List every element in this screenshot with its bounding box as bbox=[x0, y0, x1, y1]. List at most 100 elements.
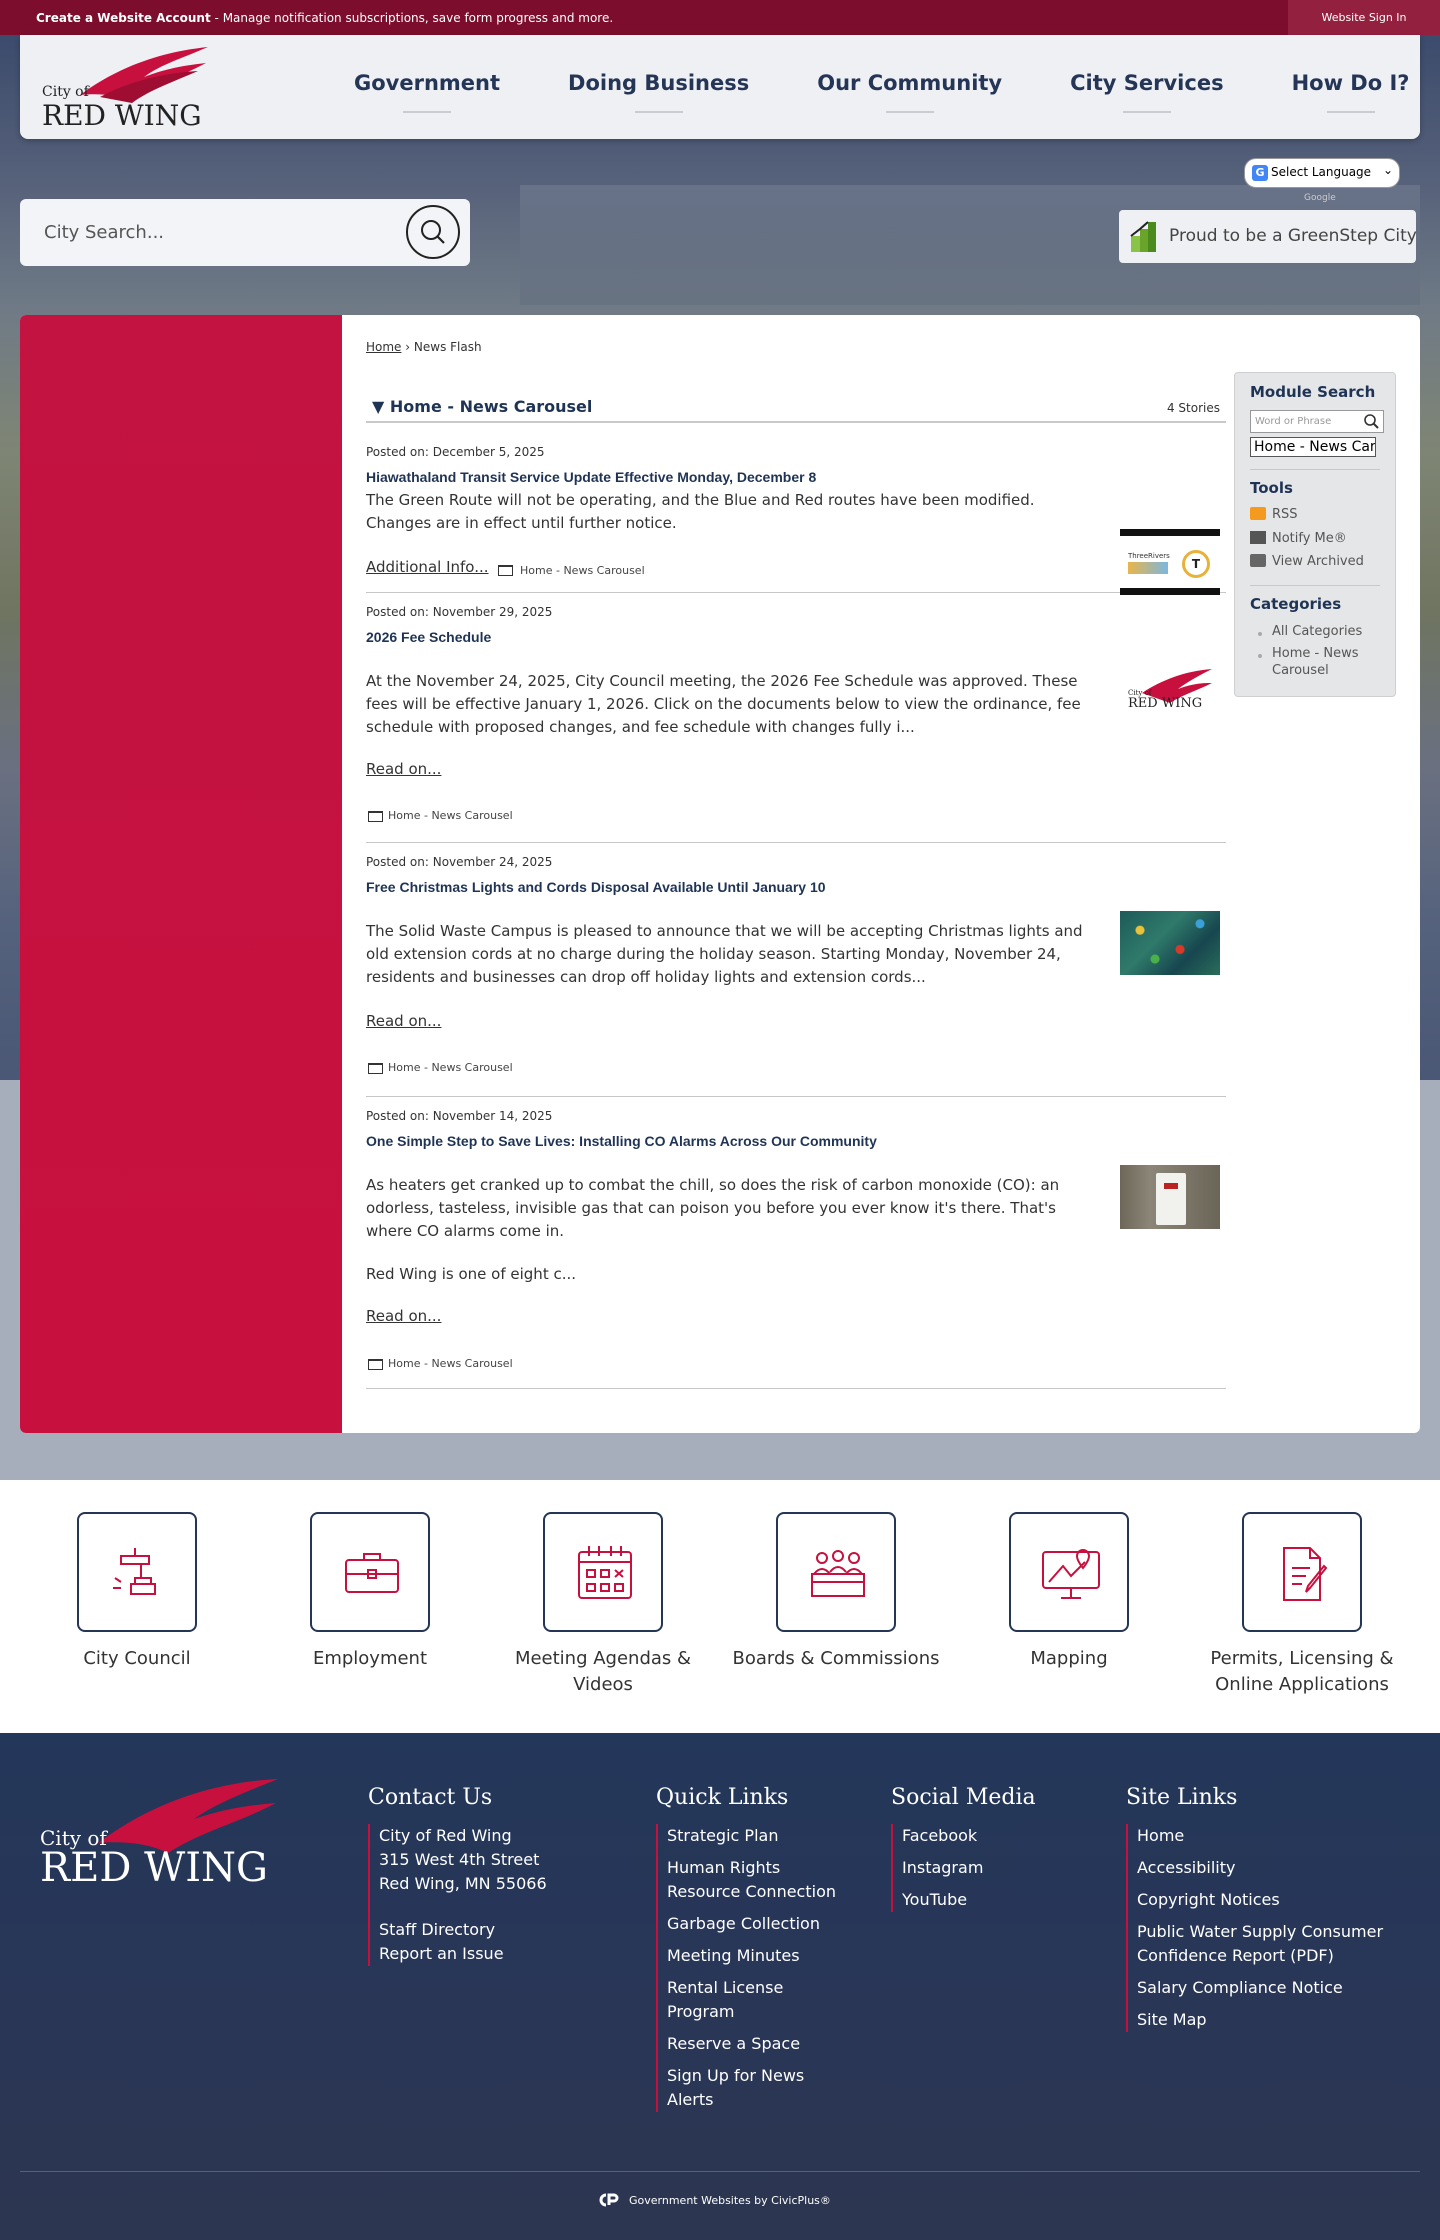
book-icon bbox=[498, 565, 513, 576]
document-pen-icon bbox=[1283, 1547, 1328, 1601]
footer-social-title: Social Media bbox=[891, 1785, 1036, 1810]
create-account-desc: - Manage notification subscriptions, sav… bbox=[214, 11, 614, 25]
site-footer: City of RED WING Contact Us City of Red … bbox=[0, 1733, 1440, 2240]
nav-government[interactable]: Government bbox=[320, 35, 534, 139]
envelope-icon bbox=[1250, 531, 1266, 544]
view-archived-link[interactable]: View Archived bbox=[1250, 554, 1364, 569]
language-select-label: Select Language bbox=[1271, 165, 1372, 179]
footer-quick-links: Quick Links Strategic Plan Human Rights … bbox=[656, 1785, 836, 2120]
red-wing-logo-thumb: City of RED WING bbox=[1128, 669, 1212, 711]
story-body: The Solid Waste Campus is pleased to ann… bbox=[366, 922, 1083, 986]
story-category[interactable]: Home - News Carousel bbox=[388, 1357, 513, 1370]
nav-city-services[interactable]: City Services bbox=[1036, 35, 1257, 139]
quick-link-permits[interactable]: Permits, Licensing & Online Applications bbox=[1184, 1512, 1420, 1698]
story-read-more[interactable]: Read on... bbox=[366, 760, 441, 778]
create-account-link[interactable]: Create a Website Account bbox=[36, 11, 211, 25]
search-button[interactable] bbox=[406, 205, 460, 259]
footer-link[interactable]: Reserve a Space bbox=[667, 2032, 836, 2056]
footer-link[interactable]: Public Water Supply Consumer Confidence … bbox=[1137, 1920, 1406, 1968]
language-select[interactable]: G Select Language ⌄ bbox=[1244, 158, 1400, 188]
nav-our-community[interactable]: Our Community bbox=[783, 35, 1036, 139]
footer-link[interactable]: Strategic Plan bbox=[667, 1824, 836, 1848]
create-account-message[interactable]: Create a Website Account - Manage notifi… bbox=[36, 11, 613, 25]
feed-toggle[interactable]: ▼ Home - News Carousel bbox=[372, 397, 592, 416]
module-search-input[interactable]: Word or Phrase bbox=[1250, 410, 1384, 433]
category-select[interactable]: Home - News Carousel bbox=[1250, 437, 1376, 457]
story-category[interactable]: Home - News Carousel bbox=[520, 564, 645, 577]
story-title[interactable]: One Simple Step to Save Lives: Installin… bbox=[366, 1133, 877, 1149]
categories-title: Categories bbox=[1250, 595, 1342, 613]
calendar-icon bbox=[578, 1546, 632, 1599]
story-title[interactable]: Hiawathaland Transit Service Update Effe… bbox=[366, 469, 816, 485]
footer-social: Social Media Facebook Instagram YouTube bbox=[891, 1785, 1071, 1920]
collapse-triangle-icon: ▼ bbox=[372, 397, 385, 416]
footer-divider bbox=[20, 2171, 1420, 2172]
story-read-more[interactable]: Additional Info... bbox=[366, 558, 489, 576]
feed-story-count: 4 Stories bbox=[1166, 401, 1220, 415]
story-thumbnail[interactable] bbox=[1120, 1165, 1220, 1229]
quick-link-mapping[interactable]: Mapping bbox=[951, 1512, 1187, 1672]
footer-link[interactable]: Meeting Minutes bbox=[667, 1944, 836, 1968]
gavel-icon bbox=[113, 1548, 156, 1595]
footer-link[interactable]: Sign Up for News Alerts bbox=[667, 2064, 836, 2112]
notify-me-link[interactable]: Notify Me® bbox=[1250, 531, 1347, 546]
instagram-link[interactable]: Instagram bbox=[902, 1856, 1071, 1880]
news-feed: ▼ Home - News Carousel 4 Stories Posted … bbox=[366, 395, 1226, 1389]
story-body: As heaters get cranked up to combat the … bbox=[366, 1176, 1060, 1240]
story-date: Posted on: November 14, 2025 bbox=[366, 1109, 553, 1123]
co-alarm-image bbox=[1156, 1173, 1186, 1225]
youtube-link[interactable]: YouTube bbox=[902, 1888, 1071, 1912]
civicplus-credit[interactable]: Government Websites by CivicPlus® bbox=[597, 2193, 831, 2207]
footer-link[interactable]: Home bbox=[1137, 1824, 1406, 1848]
story-date: Posted on: December 5, 2025 bbox=[366, 445, 545, 459]
chevron-down-icon: ⌄ bbox=[1382, 163, 1393, 177]
story-category[interactable]: Home - News Carousel bbox=[388, 1061, 513, 1074]
book-icon bbox=[368, 1063, 383, 1074]
quick-link-employment[interactable]: Employment bbox=[252, 1512, 488, 1672]
map-monitor-icon bbox=[1042, 1549, 1100, 1599]
footer-link[interactable]: Accessibility bbox=[1137, 1856, 1406, 1880]
svg-text:RED WING: RED WING bbox=[1128, 696, 1202, 711]
footer-link[interactable]: Site Map bbox=[1137, 2008, 1406, 2032]
rss-link[interactable]: RSS bbox=[1250, 507, 1298, 522]
footer-logo[interactable]: City of RED WING bbox=[38, 1773, 288, 1893]
footer-link[interactable]: Rental License Program bbox=[667, 1976, 836, 2024]
nav-how-do-i[interactable]: How Do I? bbox=[1258, 35, 1440, 139]
city-logo[interactable]: City of RED WING bbox=[40, 43, 215, 132]
quick-link-city-council[interactable]: City Council bbox=[19, 1512, 255, 1672]
breadcrumb-home[interactable]: Home bbox=[366, 340, 401, 354]
story-title[interactable]: Free Christmas Lights and Cords Disposal… bbox=[366, 879, 826, 895]
footer-link[interactable]: Human Rights Resource Connection bbox=[667, 1856, 836, 1904]
story-thumbnail[interactable]: ThreeRivers T bbox=[1120, 529, 1220, 595]
story-body-continued: Red Wing is one of eight c... bbox=[366, 1265, 577, 1283]
story-thumbnail[interactable]: City of RED WING bbox=[1120, 663, 1220, 713]
story-title[interactable]: 2026 Fee Schedule bbox=[366, 629, 491, 645]
category-home-news[interactable]: Home - News Carousel bbox=[1272, 645, 1382, 679]
quick-link-label: Boards & Commissions bbox=[732, 1648, 940, 1669]
story-read-more[interactable]: Read on... bbox=[366, 1307, 441, 1325]
category-all[interactable]: All Categories bbox=[1272, 623, 1362, 640]
story-body: At the November 24, 2025, City Council m… bbox=[366, 672, 1081, 736]
tools-title: Tools bbox=[1250, 479, 1293, 497]
website-sign-in-button[interactable]: Website Sign In bbox=[1288, 0, 1440, 35]
nav-doing-business[interactable]: Doing Business bbox=[534, 35, 783, 139]
footer-link[interactable]: Copyright Notices bbox=[1137, 1888, 1406, 1912]
search-icon[interactable] bbox=[1363, 413, 1379, 429]
story-category[interactable]: Home - News Carousel bbox=[388, 809, 513, 822]
report-issue-link[interactable]: Report an Issue bbox=[379, 1942, 618, 1966]
site-header: City of RED WING Government Doing Busine… bbox=[20, 35, 1420, 139]
main-content: Home › News Flash ▼ Home - News Carousel… bbox=[20, 315, 1420, 1433]
staff-directory-link[interactable]: Staff Directory bbox=[379, 1918, 618, 1942]
footer-link[interactable]: Garbage Collection bbox=[667, 1912, 836, 1936]
quick-link-meeting-agendas[interactable]: Meeting Agendas & Videos bbox=[485, 1512, 721, 1698]
search-input[interactable] bbox=[44, 217, 404, 247]
news-story: Posted on: November 24, 2025 Free Christ… bbox=[366, 843, 1226, 1097]
book-icon bbox=[368, 811, 383, 822]
footer-link[interactable]: Salary Compliance Notice bbox=[1137, 1976, 1406, 2000]
story-read-more[interactable]: Read on... bbox=[366, 1012, 441, 1030]
facebook-link[interactable]: Facebook bbox=[902, 1824, 1071, 1848]
greenstep-button[interactable]: Proud to be a GreenStep City bbox=[1119, 210, 1417, 263]
story-thumbnail[interactable] bbox=[1120, 911, 1220, 975]
quick-link-boards-commissions[interactable]: Boards & Commissions bbox=[718, 1512, 954, 1672]
contact-address-line: City of Red Wing bbox=[379, 1826, 512, 1845]
